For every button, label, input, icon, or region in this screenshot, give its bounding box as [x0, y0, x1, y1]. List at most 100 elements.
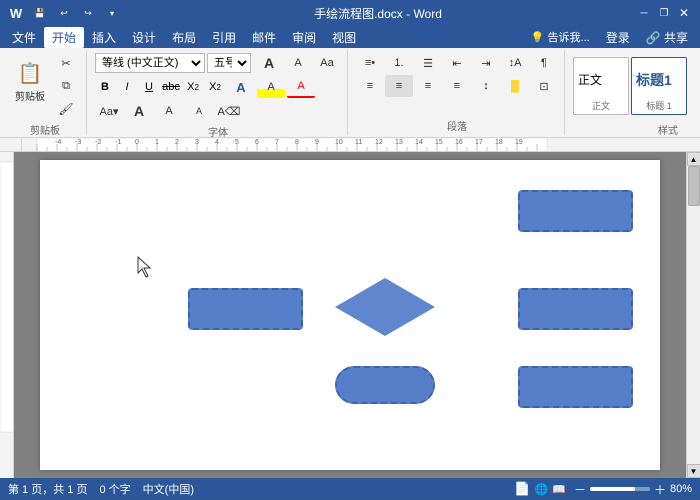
align-left-btn[interactable]: ≡	[356, 75, 384, 97]
styles-scroll-up-btn[interactable]: ▲	[691, 52, 700, 74]
border-btn[interactable]: ⊡	[530, 75, 558, 97]
diamond-shape	[335, 278, 435, 336]
font-size-a-btn[interactable]: A	[125, 100, 153, 122]
decrease-font-btn[interactable]: A	[284, 52, 312, 74]
svg-text:10: 10	[335, 139, 343, 146]
menu-file[interactable]: 文件	[4, 27, 44, 48]
zoom-slider[interactable]	[590, 487, 650, 491]
clear-format-btn[interactable]: Aa	[313, 52, 341, 74]
subscript-btn[interactable]: X2	[183, 77, 203, 97]
minimize-btn[interactable]: ─	[636, 5, 652, 21]
paste-icon: 📋	[18, 61, 43, 86]
font-name-select[interactable]: 等线 (中文正文)	[95, 53, 205, 73]
numbering-btn[interactable]: 1.	[385, 52, 413, 74]
text-highlight-btn[interactable]: A	[257, 76, 285, 98]
menu-home[interactable]: 开始	[44, 27, 84, 48]
menu-tell-me[interactable]: 💡 告诉我...	[523, 27, 598, 47]
menu-login[interactable]: 登录	[598, 27, 638, 48]
align-right-btn[interactable]: ≡	[414, 75, 442, 97]
zoom-out-btn[interactable]: －	[574, 481, 586, 498]
customize-quick-btn[interactable]: ▾	[104, 6, 120, 20]
ribbon-group-clipboard: 📋 剪贴板 ✂ ⧉ 🖌 剪贴板	[4, 50, 87, 135]
bullets-btn[interactable]: ≡•	[356, 52, 384, 74]
text-effect-btn[interactable]: A	[227, 76, 255, 98]
superscript-btn[interactable]: X2	[205, 77, 225, 97]
styles-label: 样式	[658, 122, 678, 137]
justify-btn[interactable]: ≡	[443, 75, 471, 97]
svg-text:18: 18	[495, 139, 503, 146]
menu-bar: 文件 开始 插入 设计 布局 引用 邮件 审阅 视图 💡 告诉我... 登录 🔗…	[0, 26, 700, 48]
status-right: 📄 🌐 📖 － ＋ 80%	[514, 481, 692, 498]
view-read-btn[interactable]: 📖	[552, 483, 566, 496]
font-size-b-btn[interactable]: A	[155, 100, 183, 122]
page-info: 第 1 页，共 1 页	[8, 481, 87, 497]
fill-color-btn[interactable]: ▓	[501, 75, 529, 97]
char-count: 0 个字	[99, 481, 130, 497]
zoom-in-btn[interactable]: ＋	[654, 481, 666, 498]
scroll-track-v[interactable]	[687, 166, 700, 464]
undo-quick-btn[interactable]: ↩	[56, 6, 72, 20]
copy-btn[interactable]: ⧉	[52, 75, 80, 97]
document-page	[40, 160, 660, 470]
increase-font-btn[interactable]: A	[255, 52, 283, 74]
underline-btn[interactable]: U	[139, 77, 159, 97]
scroll-down-btn[interactable]: ▼	[687, 464, 700, 478]
redo-quick-btn[interactable]: ↪	[80, 6, 96, 20]
window-controls: ─ ❐ ✕	[636, 5, 692, 21]
font-controls: 等线 (中文正文) 五号 A A Aa B I U abc	[95, 52, 341, 122]
font-size-select[interactable]: 五号	[207, 53, 251, 73]
font-size-c-btn[interactable]: A	[185, 100, 213, 122]
increase-indent-btn[interactable]: ⇥	[472, 52, 500, 74]
horizontal-ruler: // Drawn inline via JS below -4-3-2-1012…	[0, 138, 700, 152]
flowchart-shape-4[interactable]	[518, 366, 633, 408]
paragraph-label: 段落	[447, 118, 467, 133]
strikethrough-btn[interactable]: abc	[161, 77, 181, 97]
menu-review[interactable]: 审阅	[284, 27, 324, 48]
svg-text:-4: -4	[55, 139, 61, 146]
clear-all-fmt-btn[interactable]: A⌫	[215, 100, 243, 122]
cut-btn[interactable]: ✂	[52, 52, 80, 74]
flowchart-shape-2[interactable]	[188, 288, 303, 330]
save-quick-btn[interactable]: 💾	[32, 6, 48, 20]
bold-btn[interactable]: B	[95, 77, 115, 97]
menu-layout[interactable]: 布局	[164, 27, 204, 48]
italic-btn[interactable]: I	[117, 77, 137, 97]
menu-references[interactable]: 引用	[204, 27, 244, 48]
scroll-up-btn[interactable]: ▲	[687, 152, 700, 166]
styles-scroll-down-btn[interactable]: ▼	[691, 75, 700, 97]
restore-btn[interactable]: ❐	[656, 5, 672, 21]
style-heading1-btn[interactable]: 标题1 标题 1	[631, 57, 687, 115]
scroll-thumb-v[interactable]	[688, 166, 700, 206]
document-title: 手绘流程图.docx - Word	[120, 5, 636, 22]
menu-view[interactable]: 视图	[324, 27, 364, 48]
font-color-btn[interactable]: A	[287, 76, 315, 98]
ruler-svg: // Drawn inline via JS below -4-3-2-1012…	[22, 138, 700, 152]
format-painter-btn[interactable]: 🖌	[52, 98, 80, 120]
menu-mailings[interactable]: 邮件	[244, 27, 284, 48]
paste-btn[interactable]: 📋 剪贴板	[10, 52, 50, 112]
main-area: ▲ ▼	[0, 152, 700, 478]
menu-design[interactable]: 设计	[124, 27, 164, 48]
close-btn[interactable]: ✕	[676, 5, 692, 21]
svg-text:4: 4	[215, 139, 219, 146]
vertical-scrollbar[interactable]: ▲ ▼	[686, 152, 700, 478]
styles-more-btn[interactable]: ⊞	[691, 98, 700, 120]
line-spacing-btn[interactable]: ↕	[472, 75, 500, 97]
svg-text:-3: -3	[75, 139, 81, 146]
style-normal-btn[interactable]: 正文 正文	[573, 57, 629, 115]
flowchart-shape-1[interactable]	[518, 190, 633, 232]
show-marks-btn[interactable]: ¶	[530, 52, 558, 74]
flowchart-shape-diamond[interactable]	[335, 278, 435, 336]
change-case-btn[interactable]: Aa▾	[95, 100, 123, 122]
menu-share[interactable]: 🔗 共享	[638, 27, 696, 48]
view-web-btn[interactable]: 🌐	[535, 483, 549, 496]
sort-btn[interactable]: ↕A	[501, 52, 529, 74]
flowchart-shape-3[interactable]	[518, 288, 633, 330]
menu-insert[interactable]: 插入	[84, 27, 124, 48]
align-center-btn[interactable]: ≡	[385, 75, 413, 97]
multilevel-btn[interactable]: ☰	[414, 52, 442, 74]
flowchart-shape-rounded[interactable]	[335, 366, 435, 404]
view-print-btn[interactable]: 📄	[514, 481, 530, 497]
document-area[interactable]	[14, 152, 686, 478]
decrease-indent-btn[interactable]: ⇤	[443, 52, 471, 74]
